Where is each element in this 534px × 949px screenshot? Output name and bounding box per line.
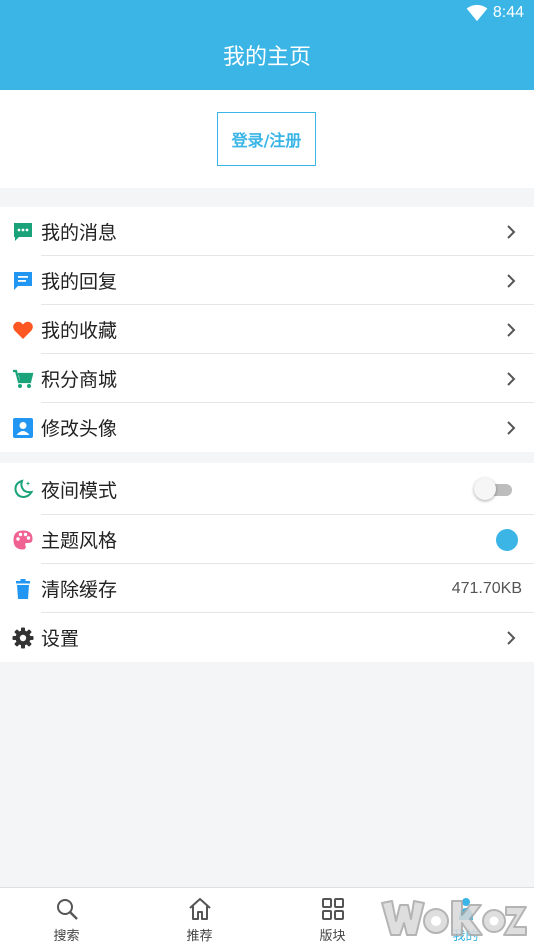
- app-bar: 我的主页: [0, 28, 534, 90]
- theme-style-row[interactable]: 主题风格: [0, 515, 534, 564]
- trash-icon: [12, 578, 34, 600]
- wifi-icon: [466, 4, 488, 22]
- login-register-button[interactable]: 登录/注册: [217, 112, 316, 166]
- menu-item-replies[interactable]: 我的回复: [0, 256, 534, 305]
- watermark-logo: [381, 900, 527, 936]
- chevron-right-icon: [507, 371, 516, 386]
- cache-size: 471.70KB: [451, 579, 522, 597]
- tab-label: 推荐: [186, 929, 213, 944]
- clear-cache-label: 清除缓存: [41, 579, 118, 601]
- menu-item-label: 我的回复: [41, 271, 118, 293]
- heart-icon: [12, 319, 34, 341]
- chevron-right-icon: [507, 224, 516, 239]
- message-dots-icon: [12, 221, 34, 243]
- tab-search[interactable]: 搜索: [0, 888, 133, 949]
- grid-icon: [321, 898, 344, 920]
- portrait-icon: [12, 417, 34, 439]
- menu-item-favorites[interactable]: 我的收藏: [0, 305, 534, 354]
- menu-item-label: 积分商城: [41, 369, 118, 391]
- menu-item-messages[interactable]: 我的消息: [0, 207, 534, 256]
- menu-group: 我的消息 我的回复 我的收藏 积分商城 修改头像: [0, 207, 534, 452]
- theme-color-swatch[interactable]: [496, 528, 518, 551]
- theme-style-label: 主题风格: [41, 530, 118, 552]
- chevron-right-icon: [507, 322, 516, 337]
- status-time: 8:44: [492, 4, 524, 21]
- status-bar: 8:44: [0, 0, 534, 28]
- page-title: 我的主页: [222, 45, 311, 70]
- night-mode-row: 夜间模式: [0, 463, 534, 515]
- menu-item-label: 修改头像: [41, 418, 118, 440]
- login-area: 登录/注册: [0, 90, 534, 188]
- cart-icon: [12, 368, 34, 390]
- search-icon: [56, 899, 78, 920]
- menu-item-points-mall[interactable]: 积分商城: [0, 354, 534, 403]
- menu-item-label: 我的消息: [41, 222, 118, 244]
- home-icon: [188, 898, 211, 920]
- settings-row[interactable]: 设置: [0, 613, 534, 662]
- tab-recommend[interactable]: 推荐: [133, 888, 266, 949]
- chevron-right-icon: [507, 273, 516, 288]
- menu-item-change-avatar[interactable]: 修改头像: [0, 403, 534, 452]
- reply-chat-icon: [12, 270, 34, 292]
- clear-cache-row[interactable]: 清除缓存 471.70KB: [0, 564, 534, 613]
- chevron-right-icon: [507, 420, 516, 435]
- toggle-knob: [474, 478, 496, 500]
- settings-label: 设置: [41, 628, 80, 650]
- night-mode-label: 夜间模式: [41, 479, 118, 502]
- tab-label: 搜索: [53, 929, 80, 944]
- moon-stars-icon: [12, 478, 34, 500]
- palette-icon: [12, 529, 34, 551]
- gear-icon: [12, 627, 34, 649]
- night-mode-toggle[interactable]: [474, 478, 512, 500]
- settings-group: 夜间模式 主题风格 清除缓存 471.70KB 设置: [0, 463, 534, 662]
- chevron-right-icon: [507, 630, 516, 645]
- menu-item-label: 我的收藏: [41, 320, 118, 342]
